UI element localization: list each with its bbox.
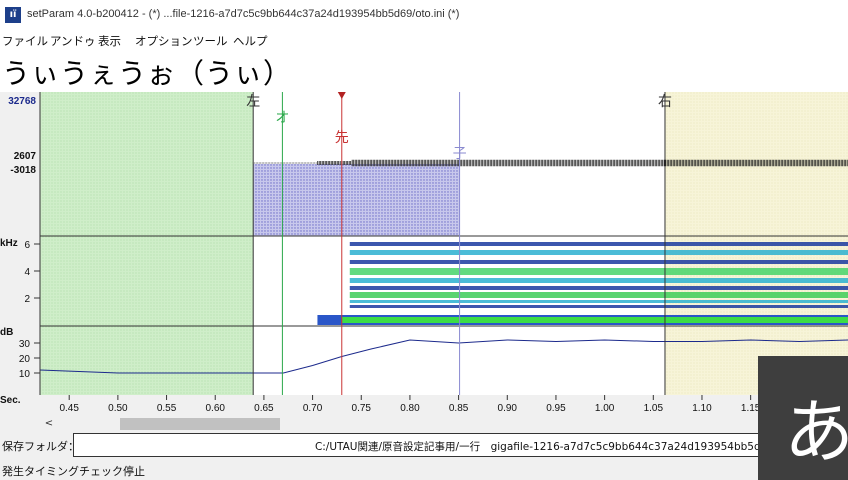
spectro-band — [349, 242, 848, 246]
title-bar: ıï setParam 4.0-b200412 - (*) ...file-12… — [0, 0, 848, 30]
axis-panel — [0, 92, 40, 415]
waveform-upper-label: 2607 — [14, 151, 37, 162]
scroll-thumb[interactable] — [120, 418, 280, 430]
dB-tick-label: 20 — [19, 354, 31, 365]
power-unit: dB — [0, 327, 13, 338]
window-title: setParam 4.0-b200412 - (*) ...file-1216-… — [27, 8, 460, 20]
spectro-band — [349, 286, 848, 290]
left-blank-region — [40, 92, 254, 395]
spectro-band — [349, 300, 848, 303]
time-tick-label: 1.00 — [595, 403, 615, 414]
preutterance-marker-label: 先 — [335, 130, 349, 146]
kHz-tick-label: 6 — [24, 240, 30, 251]
time-tick-label: 1.05 — [644, 403, 664, 414]
scroll-left-icon[interactable]: < — [40, 415, 58, 433]
left-marker-label: 左 — [246, 94, 260, 110]
horizontal-scrollbar[interactable]: < — [40, 415, 848, 433]
kana-glyph: あ — [784, 391, 848, 473]
setparam-app-icon[interactable]: ıï — [5, 7, 21, 23]
spectro-band — [349, 292, 848, 298]
kHz-tick-label: 4 — [24, 267, 30, 278]
spectro-band — [349, 278, 848, 283]
save-folder-label: 保存フォルダ： — [2, 440, 79, 453]
waveform-max-label: 32768 — [8, 96, 36, 107]
menu-help[interactable]: ヘルプ — [233, 33, 268, 49]
time-tick-label: 0.90 — [498, 403, 518, 414]
kana-badge: あ — [758, 356, 848, 480]
spectro-band — [349, 305, 848, 308]
right-marker-label: 右 — [658, 94, 672, 110]
editor-canvas[interactable]: 左オ先子 右 32768 2607 -3018 kHz dB Sec. 6 4 2 30… — [0, 92, 848, 415]
spectro-band — [341, 317, 848, 323]
consonant-marker-label: オ — [275, 110, 289, 126]
menu-file[interactable]: ファイル — [2, 33, 48, 49]
dB-tick-label: 30 — [19, 339, 31, 350]
spectro-band — [349, 250, 848, 255]
spectrogram-unit: kHz — [0, 238, 18, 249]
save-folder-field[interactable]: C:/UTAU関連/原音設定記事用/一行 gigafile-1216-a7d7c… — [73, 433, 779, 457]
overlap-region — [253, 164, 460, 236]
overlap-marker-label: 子 — [453, 146, 467, 162]
time-tick-label: 0.85 — [449, 403, 469, 414]
alias-bar: うぃうぇうぉ（うぃ） — [0, 50, 848, 92]
status-bar: 発生タイミングチェック停止 — [0, 461, 848, 480]
time-tick-label: 0.80 — [400, 403, 420, 414]
time-tick-label: 0.50 — [108, 403, 128, 414]
waveform-lower-label: -3018 — [10, 165, 36, 176]
kHz-tick-label: 2 — [24, 294, 30, 305]
time-tick-label: 0.55 — [157, 403, 177, 414]
time-axis-unit: Sec. — [0, 395, 21, 406]
time-tick-label: 1.10 — [692, 403, 712, 414]
time-tick-label: 0.65 — [254, 403, 274, 414]
save-folder-value: C:/UTAU関連/原音設定記事用/一行 gigafile-1216-a7d7c… — [314, 441, 774, 453]
alias-name[interactable]: うぃうぇうぉ（うぃ） — [2, 52, 292, 92]
time-tick-label: 0.60 — [205, 403, 225, 414]
spectro-band — [349, 260, 848, 264]
spectro-band — [349, 268, 848, 275]
menu-view[interactable]: 表示 — [98, 33, 121, 49]
menu-bar: ファイル アンドゥ 表示 オプション ツール ヘルプ — [0, 30, 848, 50]
status-text: 発生タイミングチェック停止 — [2, 465, 145, 478]
time-tick-label: 0.75 — [352, 403, 372, 414]
time-tick-label: 0.95 — [546, 403, 566, 414]
menu-undo[interactable]: アンドゥ — [50, 33, 96, 49]
menu-tools[interactable]: ツール — [193, 33, 228, 49]
time-tick-label: 0.45 — [59, 403, 79, 414]
dB-tick-label: 10 — [19, 369, 31, 380]
time-tick-label: 0.70 — [303, 403, 323, 414]
menu-options[interactable]: オプション — [135, 33, 193, 49]
